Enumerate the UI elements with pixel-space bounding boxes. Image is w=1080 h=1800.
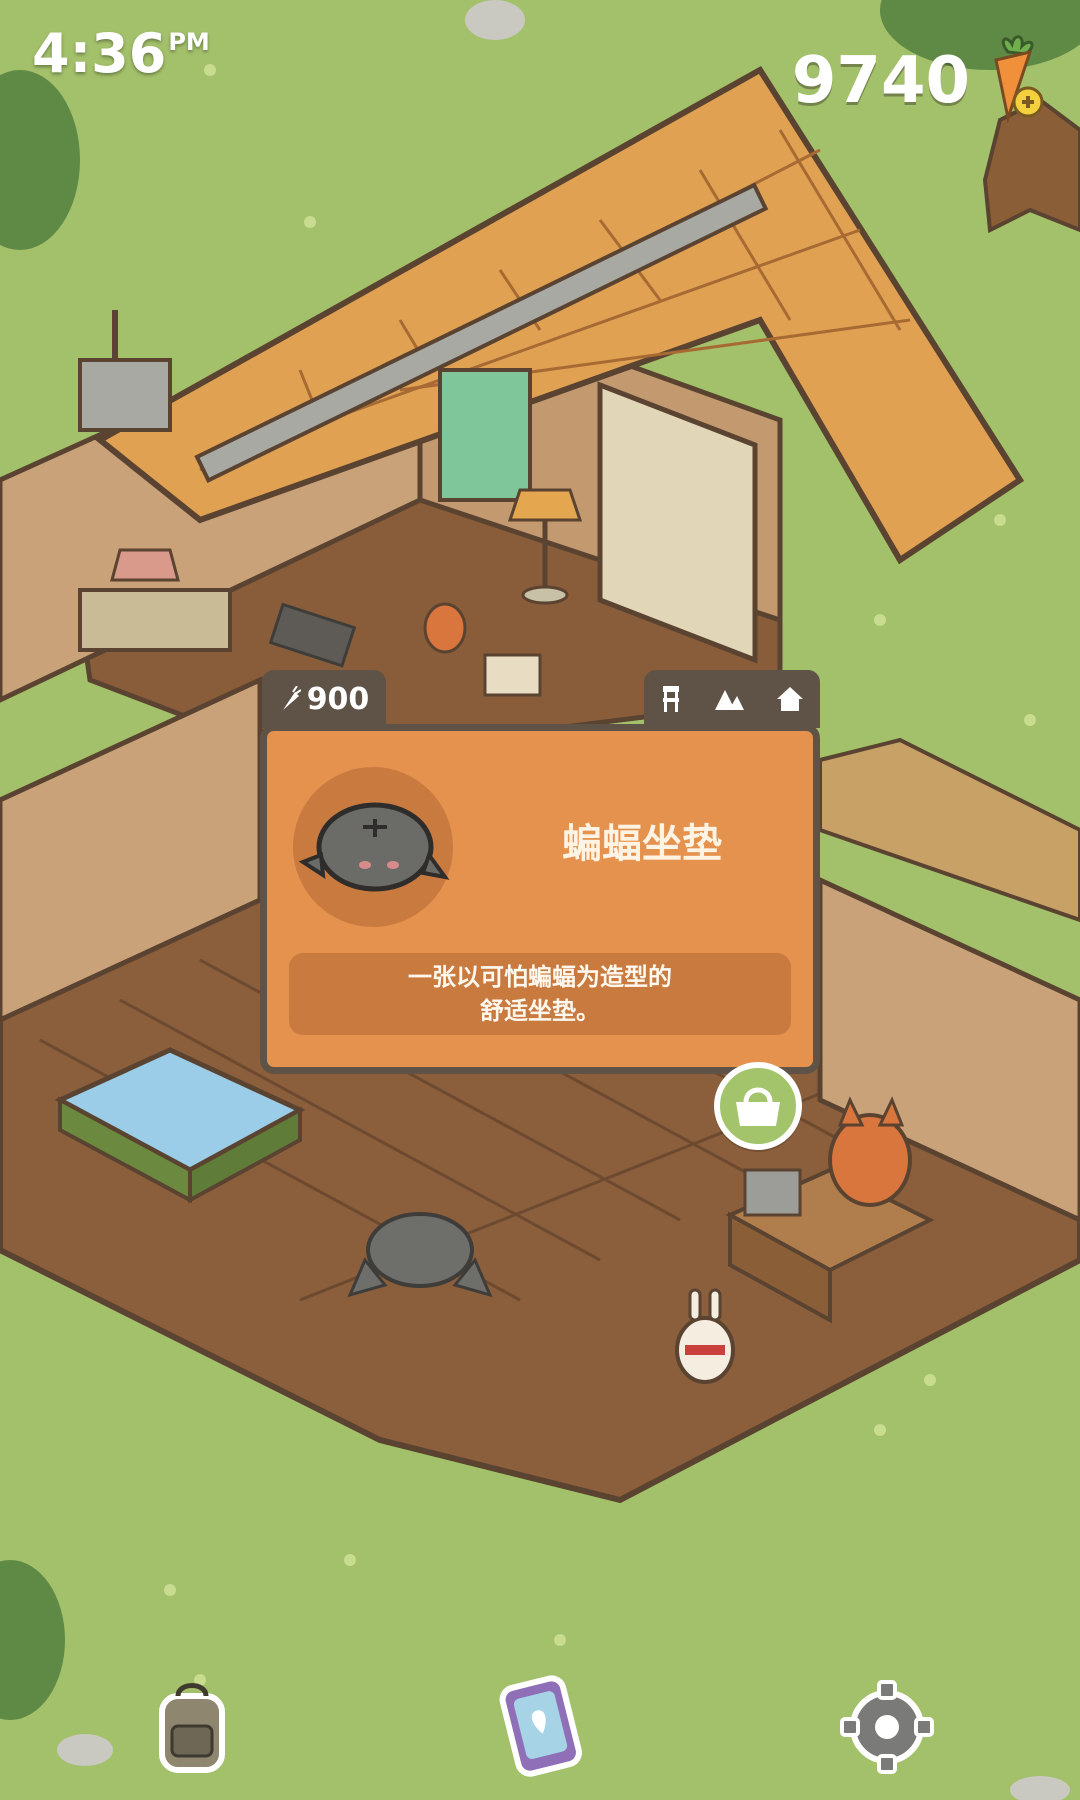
status-time: 4:36PM: [32, 22, 210, 85]
curtain-window: [438, 368, 532, 502]
item-description: 一张以可怕蝙蝠为造型的 舒适坐垫。: [289, 953, 791, 1035]
map-phone-button[interactable]: [488, 1674, 594, 1780]
phone-map-icon: [499, 1675, 582, 1777]
gear-icon: [840, 1680, 934, 1774]
item-category-tab: [644, 670, 820, 728]
rock: [57, 1734, 113, 1766]
shopping-bag-icon: [736, 1087, 780, 1126]
item-image-frame: [293, 767, 453, 927]
plus-icon: [1012, 86, 1044, 118]
small-sign: [483, 653, 542, 697]
item-price: 900: [306, 681, 370, 717]
buy-button[interactable]: [714, 1062, 802, 1150]
item-name: 蝙蝠坐垫: [562, 821, 722, 867]
backpack-icon: [159, 1683, 225, 1773]
settings-button[interactable]: [838, 1678, 936, 1776]
item-description-line2: 舒适坐垫。: [480, 997, 600, 1025]
item-description-line1: 一张以可怕蝙蝠为造型的: [408, 963, 672, 991]
carrot-count: 9740: [791, 44, 970, 118]
house-icon: [777, 687, 803, 711]
bat-cushion-icon: [298, 802, 450, 892]
time-text: 4:36: [32, 22, 167, 85]
backpack-button[interactable]: [150, 1676, 234, 1776]
carrot-icon: [282, 686, 301, 710]
add-carrots-button[interactable]: [978, 30, 1048, 130]
rock: [465, 0, 525, 40]
time-ampm: PM: [168, 28, 210, 56]
item-price-tab: 900: [262, 670, 386, 728]
chair-icon: [663, 686, 679, 712]
mountain-icon: [715, 690, 744, 710]
item-info-card: 蝙蝠坐垫 一张以可怕蝙蝠为造型的 舒适坐垫。: [260, 724, 820, 1074]
chimney: [78, 358, 172, 432]
cat-villager[interactable]: [423, 602, 467, 654]
